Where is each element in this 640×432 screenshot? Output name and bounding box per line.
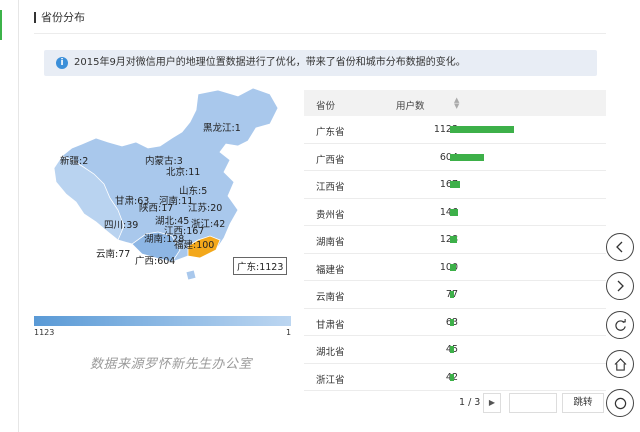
map-label-beijing: 北京:11 bbox=[166, 167, 201, 178]
chevron-right-icon bbox=[617, 280, 624, 292]
pager-status: 1 / 3 bbox=[459, 397, 481, 408]
table-row: 贵州省 146 bbox=[304, 199, 606, 226]
legend-min-label: 1123 bbox=[34, 328, 55, 337]
forward-button[interactable] bbox=[606, 272, 634, 300]
cell-province: 广东省 bbox=[316, 127, 345, 138]
users-bar bbox=[450, 153, 484, 161]
users-bar bbox=[450, 126, 514, 133]
map-label-sichuan: 四川:39 bbox=[104, 220, 139, 231]
table-row: 云南省77 bbox=[304, 281, 606, 309]
triangle-right-icon: ▶ bbox=[488, 398, 496, 407]
table-body: 广东省 1123 广西省 604 江西省 167 贵州省 146 湖南省 128 福建省 100 云南省… bbox=[304, 116, 606, 391]
province-table: 省份 用户数 ▲ ▼ 广东省 1123 广西省 604 江西省 167 贵州省 146 湖南省 12… bbox=[304, 90, 606, 391]
table-row: 甘肃省63 bbox=[304, 309, 606, 336]
users-bar bbox=[450, 208, 458, 216]
cell-province: 甘肃省 bbox=[316, 319, 345, 331]
table-header: 省份 用户数 ▲ ▼ bbox=[304, 90, 606, 116]
home-icon bbox=[614, 357, 626, 371]
watermark-text: 数据来源罗怀新先生办公室 bbox=[90, 357, 253, 372]
map-label-heilongjiang: 黑龙江:1 bbox=[203, 123, 241, 134]
jump-button[interactable]: 跳转 bbox=[562, 393, 604, 413]
chevron-left-icon bbox=[616, 241, 623, 253]
cell-province: 贵州省 bbox=[316, 209, 345, 221]
users-bar bbox=[450, 236, 457, 243]
cell-province: 江西省 bbox=[316, 182, 345, 193]
map-label-shandong: 山东:5 bbox=[179, 186, 208, 197]
table-row: 浙江省42 bbox=[304, 364, 606, 391]
cell-province: 浙江省 bbox=[316, 374, 345, 386]
cell-province: 湖南省 bbox=[316, 237, 345, 248]
cell-province: 福建省 bbox=[316, 264, 345, 276]
legend-max-label: 1 bbox=[286, 328, 292, 337]
pager-next-button[interactable]: ▶ bbox=[483, 393, 501, 413]
table-row: 广西省 604 bbox=[304, 144, 606, 171]
cell-province: 云南省 bbox=[316, 292, 345, 303]
users-bar bbox=[450, 181, 460, 188]
left-divider bbox=[18, 0, 19, 432]
circle-icon bbox=[614, 397, 626, 409]
header-users[interactable]: 用户数 bbox=[396, 98, 425, 112]
refresh-button[interactable] bbox=[606, 311, 634, 339]
cell-province: 湖北省 bbox=[316, 347, 345, 358]
sort-icon[interactable]: ▲ ▼ bbox=[454, 97, 459, 110]
users-bar bbox=[450, 291, 454, 298]
users-bar bbox=[450, 263, 456, 271]
section-title: 省份分布 bbox=[34, 12, 85, 23]
notice-text: 2015年9月对微信用户的地理位置数据进行了优化，带来了省份和城市分布数据的变化… bbox=[74, 57, 466, 68]
map-tooltip-guangdong: 广东:1123 bbox=[233, 257, 288, 275]
map-label-fujian: 福建:100 bbox=[174, 240, 215, 251]
users-bar bbox=[450, 346, 454, 353]
back-button[interactable] bbox=[606, 233, 634, 261]
menu-button[interactable] bbox=[606, 389, 634, 417]
table-row: 福建省 100 bbox=[304, 254, 606, 281]
users-bar bbox=[450, 318, 454, 326]
info-icon: i bbox=[56, 57, 68, 69]
map-label-jiangsu: 江苏:20 bbox=[188, 203, 223, 214]
notice-banner: i 2015年9月对微信用户的地理位置数据进行了优化，带来了省份和城市分布数据的… bbox=[44, 50, 597, 76]
title-divider bbox=[34, 33, 606, 34]
table-row: 广东省 1123 bbox=[304, 116, 606, 144]
left-accent-bar bbox=[0, 10, 2, 40]
page-jump-input[interactable] bbox=[509, 393, 557, 413]
table-row: 江西省 167 bbox=[304, 171, 606, 199]
home-button[interactable] bbox=[606, 350, 634, 378]
table-row: 湖北省45 bbox=[304, 336, 606, 364]
cell-province: 广西省 bbox=[316, 154, 345, 166]
map-label-shaanxi: 陕西:17 bbox=[139, 203, 174, 214]
refresh-icon bbox=[614, 318, 626, 331]
map-island-hainan[interactable] bbox=[185, 269, 197, 281]
map-label-guangxi: 广西:604 bbox=[135, 256, 176, 267]
users-bar bbox=[450, 373, 454, 381]
legend-gradient[interactable] bbox=[34, 316, 291, 326]
map-label-yunnan: 云南:77 bbox=[96, 249, 131, 260]
map-label-xinjiang: 新疆:2 bbox=[60, 156, 89, 167]
header-province: 省份 bbox=[316, 101, 336, 112]
table-row: 湖南省 128 bbox=[304, 226, 606, 254]
